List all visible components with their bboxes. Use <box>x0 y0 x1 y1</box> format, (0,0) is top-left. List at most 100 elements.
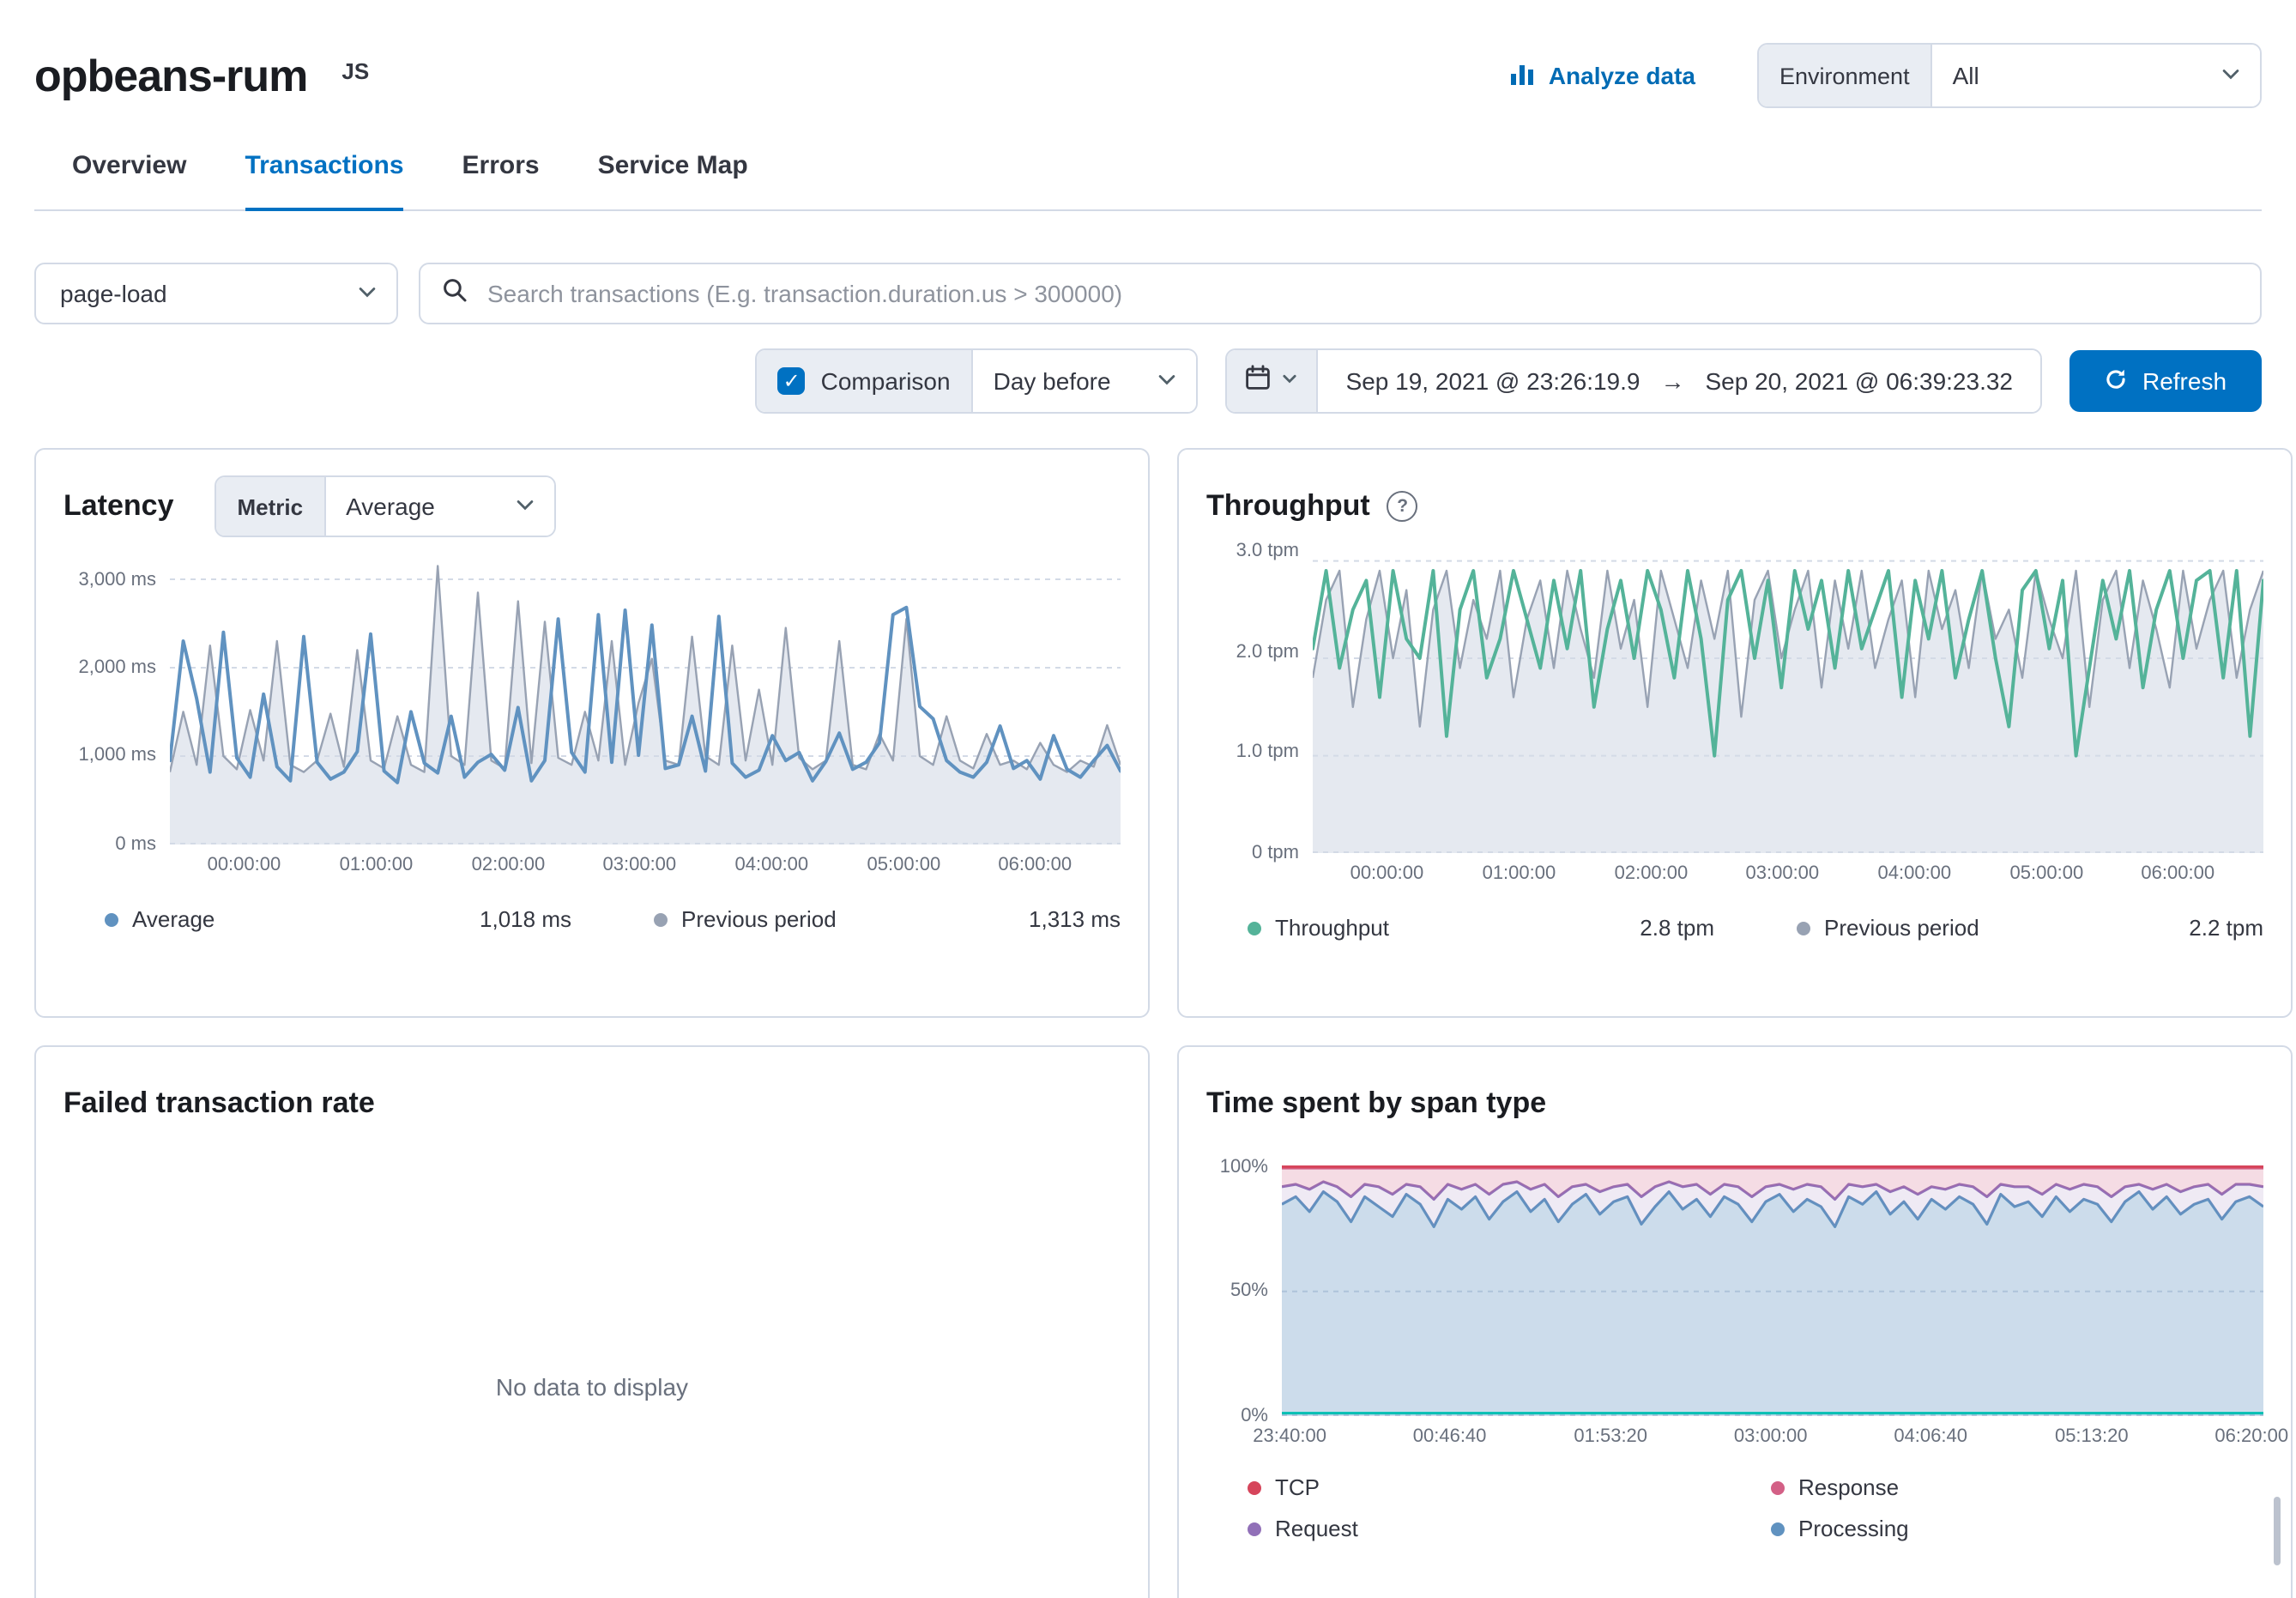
time-spent-panel: Time spent by span type 100%50%0% 23:40:… <box>1177 1045 2293 1598</box>
controls-row: ✓ Comparison Day before Sep 19, 2021 <box>34 348 2262 414</box>
search-field <box>419 263 2262 324</box>
legend-item-tcp[interactable]: TCP <box>1248 1474 1771 1500</box>
legend-label: Average <box>132 906 214 932</box>
analyze-data-link[interactable]: Analyze data <box>1509 59 1695 92</box>
page-title: opbeans-rum <box>34 49 307 102</box>
y-axis-labels: 3,000 ms2,000 ms1,000 ms0 ms <box>63 553 170 844</box>
x-axis-tick: 01:00:00 <box>1483 863 1556 884</box>
x-axis-tick: 06:00:00 <box>2141 863 2214 884</box>
apm-service-page: opbeans-rum JS Analyze data Environment … <box>0 0 2296 1598</box>
x-axis-tick: 06:00:00 <box>998 855 1072 875</box>
legend-scrollbar[interactable] <box>2274 1497 2281 1565</box>
legend-item-previous-period[interactable]: Previous period 1,313 ms <box>654 906 1121 932</box>
chevron-down-icon <box>2219 61 2243 90</box>
legend-item-processing[interactable]: Processing <box>1771 1516 2263 1541</box>
tab-bar: Overview Transactions Errors Service Map <box>34 151 2262 211</box>
legend-label: Previous period <box>681 906 837 932</box>
x-axis-tick: 06:20:00 <box>2214 1426 2288 1447</box>
y-axis-tick: 1,000 ms <box>79 746 157 766</box>
y-axis-tick: 3.0 tpm <box>1236 541 1299 561</box>
throughput-title: Throughput <box>1206 489 1370 524</box>
date-start-button[interactable]: Sep 19, 2021 @ 23:26:19.9 <box>1346 367 1640 395</box>
refresh-button[interactable]: Refresh <box>2069 350 2262 412</box>
date-picker-menu-button[interactable] <box>1228 350 1319 412</box>
comparison-label: Comparison <box>821 367 951 395</box>
legend-dot <box>1771 1480 1785 1494</box>
throughput-panel: Throughput ? 3.0 tpm2.0 tpm1.0 tpm0 tpm … <box>1177 448 2293 1018</box>
y-axis-tick: 0 ms <box>115 834 156 855</box>
x-axis-tick: 00:00:00 <box>1350 863 1424 884</box>
legend-dot <box>1248 1522 1261 1535</box>
time-spent-title: Time spent by span type <box>1206 1087 1546 1121</box>
header: opbeans-rum JS Analyze data Environment … <box>0 0 2296 211</box>
date-end-button[interactable]: Sep 20, 2021 @ 06:39:23.32 <box>1706 367 2014 395</box>
legend-item-throughput[interactable]: Throughput2.8 tpm <box>1248 915 1714 941</box>
y-axis-tick: 2,000 ms <box>79 657 157 678</box>
failed-rate-panel: Failed transaction rate No data to displ… <box>34 1045 1150 1598</box>
date-picker: Sep 19, 2021 @ 23:26:19.9 → Sep 20, 2021… <box>1226 348 2042 414</box>
time-spent-chart[interactable] <box>1282 1157 2263 1416</box>
x-axis-tick: 04:00:00 <box>1878 863 1952 884</box>
search-icon <box>441 275 468 312</box>
throughput-legend: Throughput2.8 tpm Previous period2.2 tpm <box>1248 915 2263 941</box>
legend-dot <box>1248 921 1261 935</box>
throughput-chart[interactable] <box>1313 549 2263 853</box>
x-axis-tick: 03:00:00 <box>1746 863 1820 884</box>
x-axis-tick: 01:53:20 <box>1574 1426 1647 1447</box>
x-axis-tick: 05:00:00 <box>2010 863 2084 884</box>
x-axis-tick: 00:46:40 <box>1413 1426 1487 1447</box>
tab-overview[interactable]: Overview <box>72 151 186 211</box>
environment-select[interactable]: All <box>1932 45 2260 106</box>
comparison-period-select[interactable]: Day before <box>973 350 1197 412</box>
x-axis-labels: 23:40:0000:46:4001:53:2003:00:0004:06:40… <box>1282 1416 2263 1454</box>
legend-label: TCP <box>1275 1474 1320 1500</box>
legend-item-previous-period[interactable]: Previous period2.2 tpm <box>1797 915 2263 941</box>
y-axis-labels: 100%50%0% <box>1206 1157 1282 1416</box>
latency-legend: Average 1,018 ms Previous period 1,313 ms <box>105 906 1121 932</box>
x-axis-tick: 03:00:00 <box>603 855 677 875</box>
legend-value: 1,018 ms <box>480 906 571 932</box>
filter-row: page-load <box>34 263 2262 324</box>
chevron-down-icon <box>514 492 538 521</box>
legend-value: 1,313 ms <box>1029 906 1121 932</box>
comparison-checkbox[interactable]: ✓ <box>778 367 806 395</box>
legend-dot <box>1248 1480 1261 1494</box>
comparison-control: ✓ Comparison Day before <box>756 348 1199 414</box>
x-axis-tick: 05:00:00 <box>867 855 941 875</box>
legend-item-request[interactable]: Request <box>1248 1516 1771 1541</box>
y-axis-tick: 3,000 ms <box>79 569 157 590</box>
tab-service-map[interactable]: Service Map <box>598 151 748 211</box>
chevron-down-icon <box>1156 366 1180 396</box>
charts-grid: Latency Metric Average 3,000 ms 2,000 ms 1… <box>34 448 2262 1598</box>
refresh-icon <box>2105 366 2129 396</box>
y-axis-tick: 0% <box>1241 1406 1268 1426</box>
latency-chart[interactable] <box>170 553 1121 844</box>
help-icon[interactable]: ? <box>1387 491 1418 522</box>
x-axis-labels: 00:00:0001:00:0002:00:0003:00:0004:00:00… <box>170 844 1121 882</box>
y-axis-tick: 100% <box>1220 1157 1268 1177</box>
legend-label: Response <box>1798 1474 1899 1500</box>
legend-label: Processing <box>1798 1516 1909 1541</box>
y-axis-labels: 3.0 tpm2.0 tpm1.0 tpm0 tpm <box>1206 539 1313 853</box>
legend-dot <box>1797 921 1810 935</box>
latency-title: Latency <box>63 489 174 524</box>
chevron-down-icon <box>1281 366 1300 396</box>
legend-label: Throughput <box>1275 915 1389 941</box>
no-data-message: No data to display <box>63 1373 1121 1401</box>
legend-item-response[interactable]: Response <box>1771 1474 2263 1500</box>
tab-transactions[interactable]: Transactions <box>245 151 403 211</box>
search-input[interactable] <box>484 278 2239 309</box>
legend-item-average[interactable]: Average 1,018 ms <box>105 906 571 932</box>
y-axis-tick: 2.0 tpm <box>1236 641 1299 662</box>
tab-errors[interactable]: Errors <box>462 151 540 211</box>
x-axis-tick: 00:00:00 <box>208 855 281 875</box>
metric-select[interactable]: Average <box>325 477 555 536</box>
metric-control: Metric Average <box>215 475 557 537</box>
comparison-toggle[interactable]: ✓ Comparison <box>758 350 973 412</box>
failed-rate-title: Failed transaction rate <box>63 1087 375 1121</box>
transaction-type-select[interactable]: page-load <box>34 263 398 324</box>
x-axis-tick: 04:06:40 <box>1894 1426 1967 1447</box>
x-axis-tick: 03:00:00 <box>1734 1426 1808 1447</box>
y-axis-tick: 50% <box>1230 1281 1268 1302</box>
chevron-down-icon <box>355 279 379 308</box>
